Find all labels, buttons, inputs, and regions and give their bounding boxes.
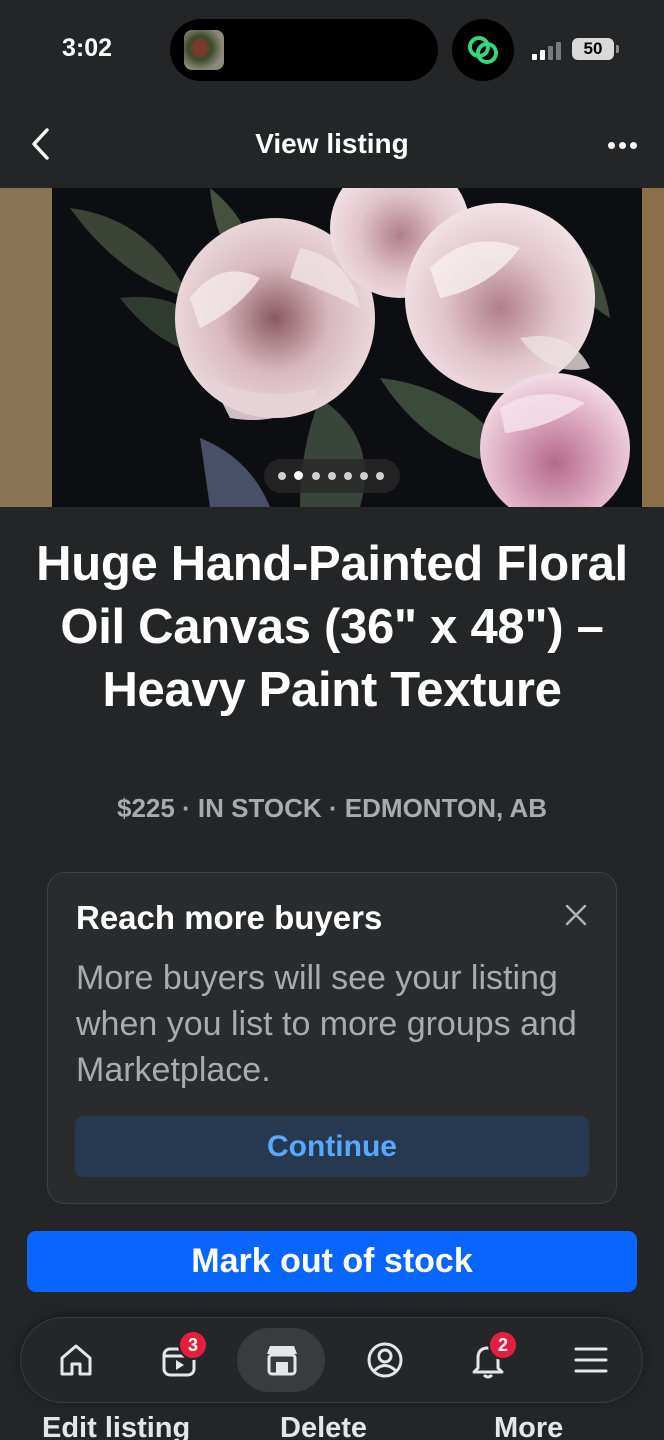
tab-marketplace[interactable] — [237, 1318, 327, 1402]
page-dot — [312, 472, 320, 480]
marketplace-icon — [267, 1346, 297, 1376]
profile-icon — [367, 1342, 403, 1378]
link-rings-icon — [468, 36, 498, 64]
page-dot — [344, 472, 352, 480]
page-dot — [360, 472, 368, 480]
edit-listing-button[interactable]: Edit listing — [42, 1412, 190, 1440]
page-dot — [376, 472, 384, 480]
home-icon — [60, 1344, 92, 1376]
dynamic-island[interactable] — [170, 19, 438, 81]
page-dot-active — [294, 471, 303, 480]
photo-pagination — [264, 459, 400, 493]
reach-card-body: More buyers will see your listing when y… — [76, 959, 577, 1089]
more-button[interactable]: More — [494, 1412, 563, 1440]
secondary-actions: Edit listing Delete More — [0, 1412, 664, 1440]
tab-home[interactable] — [31, 1318, 121, 1402]
tab-menu[interactable] — [546, 1318, 636, 1402]
close-icon — [565, 904, 587, 926]
page-title: View listing — [255, 128, 409, 159]
listing-title: Huge Hand-Painted Floral Oil Canvas (36"… — [36, 537, 628, 717]
bottom-tab-bar: 3 2 — [20, 1317, 643, 1403]
now-playing-thumbnail[interactable] — [184, 30, 224, 70]
tab-profile[interactable] — [340, 1318, 430, 1402]
notifications-badge: 2 — [488, 1330, 518, 1360]
listing-price-status-location: $225 · IN STOCK · EDMONTON, AB — [116, 793, 548, 823]
tab-video[interactable]: 3 — [134, 1318, 224, 1402]
tab-notifications[interactable]: 2 — [443, 1318, 533, 1402]
more-options-button[interactable] — [600, 128, 646, 162]
top-nav: View listing — [0, 100, 664, 188]
battery-level: 50 — [572, 38, 614, 60]
reach-more-buyers-card: Reach more buyers More buyers will see y… — [47, 872, 617, 1204]
status-time: 3:02 — [62, 34, 113, 62]
mark-out-of-stock-button[interactable]: Mark out of stock — [27, 1231, 637, 1292]
menu-icon — [574, 1347, 608, 1373]
cellular-signal-icon — [532, 40, 562, 60]
continue-button[interactable]: Continue — [75, 1116, 589, 1177]
page-dot — [278, 472, 286, 480]
close-card-button[interactable] — [560, 899, 592, 931]
activity-app-icon[interactable] — [452, 19, 514, 81]
delete-button[interactable]: Delete — [280, 1412, 367, 1440]
reach-card-title: Reach more buyers — [76, 899, 383, 936]
status-bar: 3:02 50 — [0, 0, 664, 100]
page-dot — [328, 472, 336, 480]
video-badge: 3 — [178, 1330, 208, 1360]
battery-icon — [616, 45, 619, 53]
